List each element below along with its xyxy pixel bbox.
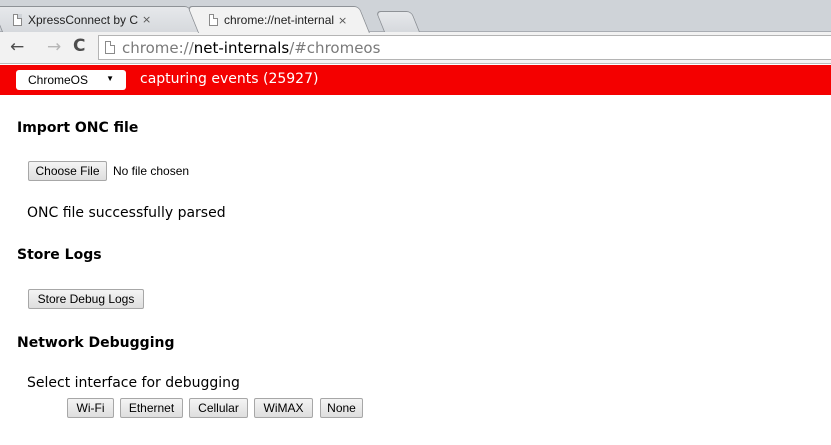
close-icon[interactable]: × xyxy=(142,13,151,26)
url-host: net-internals xyxy=(193,38,290,57)
reload-icon[interactable]: C xyxy=(73,36,85,56)
url-text: chrome://net-internals/#chromeos xyxy=(122,39,380,57)
interface-none-button[interactable]: None xyxy=(320,398,363,418)
choose-file-button[interactable]: Choose File xyxy=(28,161,107,181)
onc-parse-status: ONC file successfully parsed xyxy=(27,205,226,221)
tab-strip: XpressConnect by Cloud × chrome://net-in… xyxy=(0,0,831,33)
interface-wifi-button[interactable]: Wi-Fi xyxy=(67,398,114,418)
address-bar[interactable]: chrome://net-internals/#chromeos xyxy=(98,35,831,60)
browser-toolbar: ← → C chrome://net-internals/#chromeos xyxy=(0,32,831,64)
page-icon xyxy=(105,41,115,54)
tab-title: chrome://net-internals/# xyxy=(224,13,334,27)
view-select-value: ChromeOS xyxy=(28,73,89,87)
store-debug-logs-button[interactable]: Store Debug Logs xyxy=(28,289,144,309)
page-icon xyxy=(13,13,22,26)
capture-status-text: capturing events (25927) xyxy=(140,71,319,87)
store-logs-heading: Store Logs xyxy=(17,247,102,263)
url-scheme: chrome:// xyxy=(122,38,194,57)
url-path: /#chromeos xyxy=(289,38,381,57)
new-tab-button[interactable] xyxy=(375,11,420,32)
network-debugging-heading: Network Debugging xyxy=(17,335,175,351)
status-bar: ChromeOS ▼ capturing events (25927) xyxy=(0,65,831,95)
tab-net-internals[interactable]: chrome://net-internals/# × xyxy=(187,6,370,33)
tab-title: XpressConnect by Cloud xyxy=(27,12,138,27)
close-icon[interactable]: × xyxy=(338,14,347,27)
dropdown-arrow-icon: ▼ xyxy=(106,74,114,83)
page-icon xyxy=(209,14,218,26)
debug-interface-prompt: Select interface for debugging xyxy=(27,375,240,391)
interface-cellular-button[interactable]: Cellular xyxy=(189,398,248,418)
back-arrow-icon[interactable]: ← xyxy=(10,37,24,57)
import-onc-heading: Import ONC file xyxy=(17,120,139,136)
interface-ethernet-button[interactable]: Ethernet xyxy=(120,398,183,418)
interface-wimax-button[interactable]: WiMAX xyxy=(254,398,313,418)
tab-xpressconnect[interactable]: XpressConnect by Cloud × xyxy=(0,6,201,32)
file-chosen-text: No file chosen xyxy=(113,164,190,178)
forward-arrow-icon[interactable]: → xyxy=(47,37,61,57)
view-select-dropdown[interactable]: ChromeOS ▼ xyxy=(16,70,126,90)
